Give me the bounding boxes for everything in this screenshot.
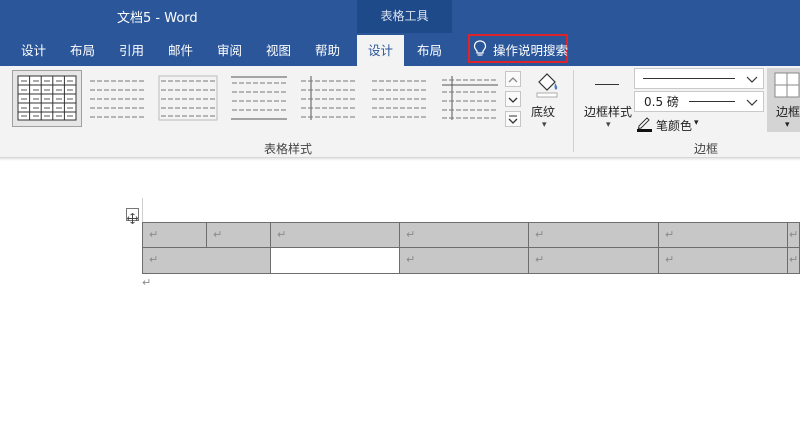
tab-references[interactable]: 引用 <box>119 40 144 59</box>
shading-label[interactable]: 底纹 <box>531 103 555 120</box>
line-style-dropdown[interactable] <box>634 68 764 89</box>
table-cell[interactable]: ↵ <box>399 247 529 274</box>
tab-layout[interactable]: 布局 <box>70 40 95 59</box>
tell-me-text: 操作说明搜索 <box>493 43 569 58</box>
cell-end-mark: ↵ <box>149 253 159 266</box>
group-divider <box>573 70 574 152</box>
table-cell[interactable]: ↵ <box>142 247 271 274</box>
row-end-mark: ↵ <box>789 253 799 266</box>
chevron-down-icon <box>746 76 758 83</box>
cell-end-mark: ↵ <box>535 228 545 241</box>
table-cell[interactable]: ↵ <box>206 222 271 248</box>
tab-mailings[interactable]: 邮件 <box>168 40 193 59</box>
table-cell[interactable]: ↵ <box>399 222 529 248</box>
table-cell[interactable]: ↵ <box>658 247 788 274</box>
tab-review[interactable]: 审阅 <box>217 40 242 59</box>
line-weight-value: 0.5 磅 <box>644 95 679 109</box>
gallery-more-button[interactable] <box>505 111 521 127</box>
gallery-scroll-up-button[interactable] <box>505 71 521 87</box>
table-style-plain-6[interactable] <box>440 72 500 124</box>
tab-view[interactable]: 视图 <box>266 40 291 59</box>
table-tools-label: 表格工具 <box>380 9 429 23</box>
lightbulb-icon <box>473 40 487 56</box>
table-style-plain-4[interactable] <box>299 72 359 124</box>
table-move-handle[interactable] <box>126 208 139 225</box>
group-label-table-styles: 表格样式 <box>264 142 313 156</box>
border-styles-button[interactable]: 边框样式 <box>584 103 632 120</box>
window-title: 文档5 - Word <box>117 11 198 26</box>
table-style-plain-2[interactable] <box>158 72 218 124</box>
table-cell[interactable]: ↵ <box>658 222 788 248</box>
table-style-plain-5[interactable] <box>370 72 430 124</box>
table-style-grid[interactable] <box>17 72 77 124</box>
shading-bucket-icon[interactable] <box>533 70 561 100</box>
borders-label: 边框 <box>776 105 800 119</box>
move-arrows-icon <box>126 212 139 225</box>
tab-design[interactable]: 设计 <box>21 40 46 59</box>
cell-end-mark: ↵ <box>535 253 545 266</box>
shading-dropdown-caret[interactable]: ▾ <box>542 120 547 130</box>
borders-grid-icon <box>774 72 800 98</box>
cell-end-mark: ↵ <box>213 228 223 241</box>
margin-guide <box>142 198 143 222</box>
chevron-up-icon <box>508 77 518 83</box>
table-cell[interactable]: ↵ <box>787 247 800 274</box>
table-cell[interactable] <box>270 247 400 274</box>
paragraph-mark: ↵ <box>142 276 152 289</box>
chevron-down-icon <box>508 97 518 103</box>
chevron-down-icon <box>746 99 758 106</box>
pen-color-icon[interactable] <box>636 115 653 132</box>
border-style-sample <box>595 84 619 85</box>
table-cell[interactable]: ↵ <box>528 247 659 274</box>
table-style-plain-1[interactable] <box>88 72 148 124</box>
tab-table-design[interactable]: 设计 <box>357 40 404 59</box>
gallery-scroll-down-button[interactable] <box>505 91 521 107</box>
tab-table-layout[interactable]: 布局 <box>417 40 442 59</box>
borders-caret[interactable]: ▾ <box>785 120 790 130</box>
tab-help[interactable]: 帮助 <box>315 40 340 59</box>
cell-end-mark: ↵ <box>277 228 287 241</box>
table-cell[interactable]: ↵ <box>528 222 659 248</box>
cell-end-mark: ↵ <box>406 228 416 241</box>
cell-end-mark: ↵ <box>665 228 675 241</box>
cell-end-mark: ↵ <box>149 228 159 241</box>
pen-color-caret[interactable]: ▾ <box>694 118 699 128</box>
group-label-borders: 边框 <box>694 142 719 156</box>
cell-end-mark: ↵ <box>665 253 675 266</box>
pen-color-button[interactable]: 笔颜色 <box>656 117 692 134</box>
table-style-plain-3[interactable] <box>229 72 289 124</box>
cell-end-mark: ↵ <box>406 253 416 266</box>
row-end-mark: ↵ <box>789 228 799 241</box>
table-cell[interactable]: ↵ <box>142 222 207 248</box>
gallery-expand-icon <box>508 115 518 124</box>
border-styles-caret[interactable]: ▾ <box>606 120 611 130</box>
ribbon-shadow <box>0 158 800 161</box>
table-cell[interactable]: ↵ <box>270 222 400 248</box>
table-cell[interactable]: ↵ <box>787 222 800 248</box>
